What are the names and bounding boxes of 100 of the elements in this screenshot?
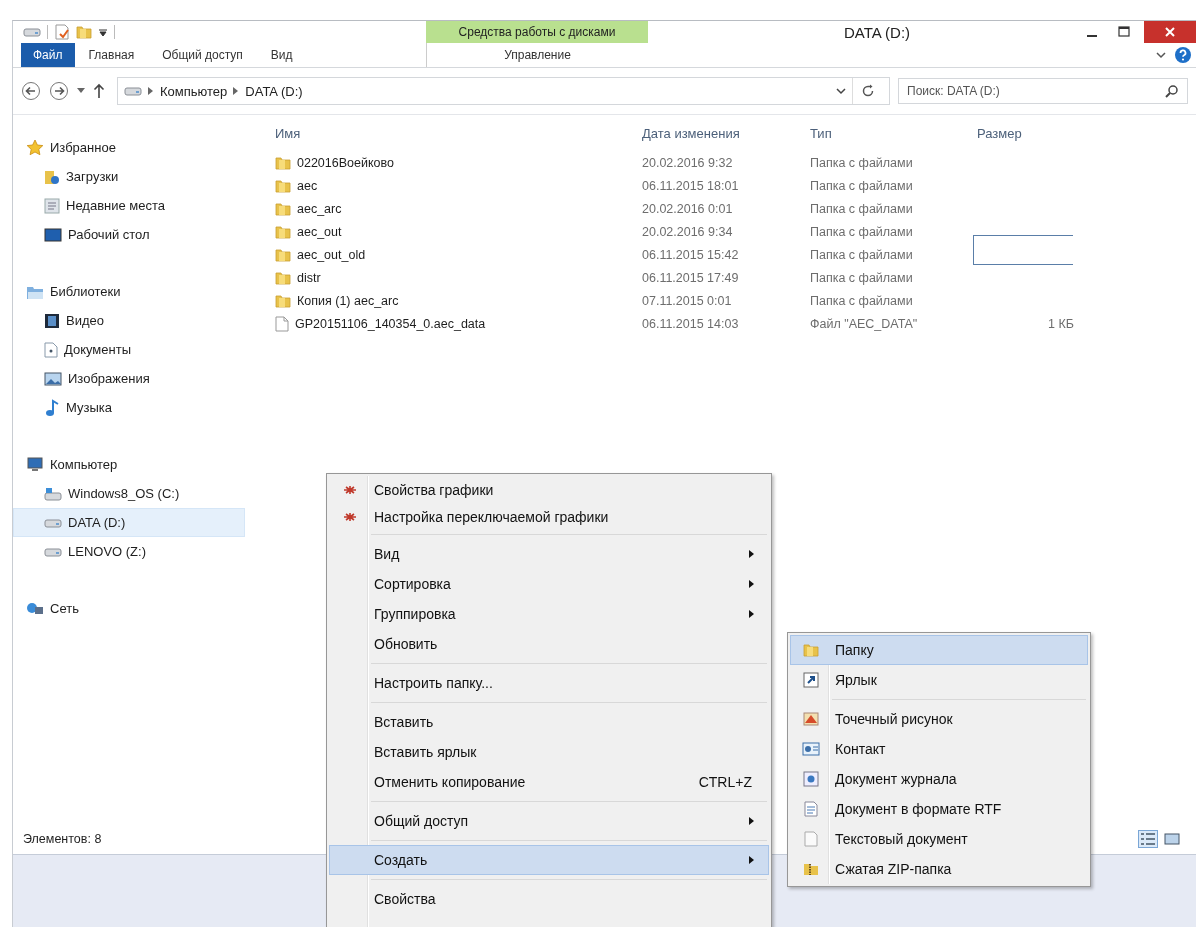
network-icon — [26, 600, 44, 617]
table-cell-text: Папка с файлами — [809, 223, 914, 241]
menu-item[interactable]: Свойства — [329, 884, 769, 914]
column-header[interactable]: Тип — [806, 115, 973, 151]
breadcrumb-arrow-icon — [148, 87, 154, 95]
column-header[interactable]: Имя — [271, 115, 638, 151]
search-field[interactable]: Поиск: DATA (D:) — [898, 78, 1188, 104]
large-icons-view-button[interactable] — [1162, 830, 1182, 848]
column-header[interactable]: Дата изменения — [638, 115, 806, 151]
menu-item[interactable]: Контакт — [790, 734, 1088, 764]
menu-item[interactable]: Свойства графики — [329, 476, 769, 503]
file-name-cell[interactable]: aec_arc — [271, 197, 638, 220]
sidebar-item[interactable]: Библиотеки — [13, 277, 245, 306]
menu-item[interactable]: Ярлык — [790, 665, 1088, 695]
menu-item[interactable]: Создать — [329, 845, 769, 875]
menu-item[interactable]: Точечный рисунок — [790, 704, 1088, 734]
breadcrumb-arrow-icon — [233, 87, 240, 95]
image-icon — [44, 371, 62, 386]
file-name-cell[interactable]: distr — [271, 266, 638, 289]
sidebar-item[interactable]: DATA (D:) — [13, 508, 245, 537]
file-name-cell[interactable]: Копия (1) aec_arc — [271, 289, 638, 312]
chevron-down-icon[interactable] — [1156, 51, 1166, 59]
drive-icon — [44, 546, 62, 557]
menu-item[interactable]: Настроить папку... — [329, 668, 769, 698]
ribbon-tab[interactable]: Общий доступ — [148, 43, 257, 67]
folder-icon — [275, 223, 291, 240]
forward-button[interactable] — [49, 81, 69, 101]
computer-icon — [26, 456, 44, 473]
table-cell-text: 20.02.2016 9:32 — [641, 154, 734, 172]
address-bar[interactable]: Компьютер DATA (D:) — [117, 77, 890, 105]
menu-item[interactable]: Вставить ярлык — [329, 737, 769, 767]
sidebar-item[interactable]: Рабочий стол — [13, 220, 245, 249]
shortcut-icon — [803, 672, 819, 688]
table-cell-text: Папка с файлами — [809, 246, 914, 264]
desktop-icon — [44, 227, 62, 242]
file-name-cell[interactable]: GP20151106_140354_0.aec_data — [271, 312, 638, 335]
sidebar-item[interactable]: Избранное — [13, 133, 245, 162]
context-tab-group: Средства работы с дисками — [426, 21, 648, 43]
minimize-icon — [1087, 35, 1097, 37]
zip-folder-icon — [803, 861, 819, 877]
sidebar-item[interactable]: Музыка — [13, 393, 245, 422]
search-icon[interactable] — [1165, 84, 1179, 98]
folder-icon — [275, 154, 291, 171]
sidebar-item[interactable]: Документы — [13, 335, 245, 364]
file-name-cell[interactable]: aec_out — [271, 220, 638, 243]
table-cell-text: 06.11.2015 14:03 — [641, 315, 740, 333]
sidebar-item[interactable]: Сеть — [13, 594, 245, 623]
ribbon-tab[interactable]: Главная — [74, 43, 149, 67]
contact-card-icon — [802, 742, 820, 756]
sidebar-item[interactable]: Недавние места — [13, 191, 245, 220]
sidebar-item[interactable]: Изображения — [13, 364, 245, 393]
file-name-cell[interactable]: aec_out_old — [271, 243, 638, 266]
table-cell-text: 06.11.2015 15:42 — [641, 246, 740, 264]
close-button[interactable] — [1144, 21, 1196, 43]
menu-item[interactable]: Обновить — [329, 629, 769, 659]
ribbon-tab[interactable]: Вид — [256, 43, 307, 67]
file-menu-button[interactable]: Файл — [21, 43, 75, 67]
film-icon — [44, 312, 60, 329]
menu-item[interactable]: Текстовый документ — [790, 824, 1088, 854]
breadcrumb[interactable]: Компьютер — [160, 83, 228, 99]
menu-item[interactable]: Вид — [329, 539, 769, 569]
sidebar-item[interactable]: Загрузки — [13, 162, 245, 191]
folder-icon — [803, 642, 819, 658]
details-view-button[interactable] — [1138, 830, 1158, 848]
menu-item[interactable]: Сортировка — [329, 569, 769, 599]
table-cell-text: Папка с файлами — [809, 200, 914, 218]
properties-icon[interactable] — [54, 24, 70, 40]
table-cell-text: 20.02.2016 9:34 — [641, 223, 734, 241]
help-icon[interactable] — [1174, 46, 1192, 64]
file-name-cell[interactable]: 022016Воейково — [271, 151, 638, 174]
sidebar-item[interactable]: Видео — [13, 306, 245, 335]
chevron-down-icon[interactable] — [836, 87, 846, 95]
sidebar-item[interactable]: LENOVO (Z:) — [13, 537, 245, 566]
menu-item[interactable]: Документ в формате RTF — [790, 794, 1088, 824]
breadcrumb[interactable]: DATA (D:) — [245, 83, 303, 99]
column-header[interactable]: Размер — [973, 115, 1086, 151]
menu-item[interactable]: Общий доступ — [329, 806, 769, 836]
menu-item[interactable]: Сжатая ZIP-папка — [790, 854, 1088, 884]
drive-icon — [44, 517, 62, 528]
table-cell-text: Папка с файлами — [809, 154, 914, 172]
menu-item[interactable]: Отменить копирование CTRL+Z — [329, 767, 769, 797]
file-name-cell[interactable]: aec — [271, 174, 638, 197]
table-cell-text: 06.11.2015 18:01 — [641, 177, 740, 195]
paint-icon — [803, 711, 819, 727]
menu-item[interactable]: Настройка переключаемой графики — [329, 503, 769, 530]
sidebar-item[interactable]: Windows8_OS (C:) — [13, 479, 245, 508]
recent-places-icon — [44, 197, 60, 214]
sidebar-item[interactable]: Компьютер — [13, 450, 245, 479]
menu-item[interactable]: Вставить — [329, 707, 769, 737]
back-button[interactable] — [21, 81, 41, 101]
menu-item[interactable]: Папку — [790, 635, 1088, 665]
menu-item[interactable]: Документ журнала — [790, 764, 1088, 794]
up-arrow-icon[interactable] — [93, 83, 105, 99]
dropdown-icon[interactable] — [77, 88, 85, 94]
maximize-icon — [1118, 26, 1130, 38]
menu-item[interactable]: Группировка — [329, 599, 769, 629]
item-count: Элементов: 8 — [23, 832, 102, 846]
dropdown-icon[interactable] — [98, 27, 108, 37]
folder-icon — [275, 246, 291, 263]
folder-icon — [275, 177, 291, 194]
